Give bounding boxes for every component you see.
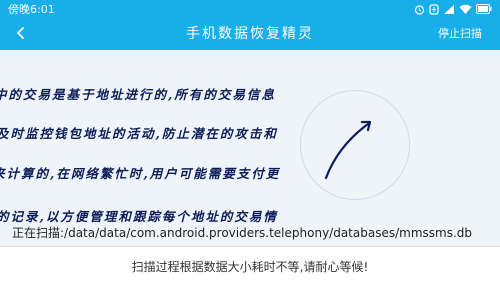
status-bar: 傍晚6:01	[0, 0, 500, 18]
signal-icon	[443, 4, 455, 15]
page-title: 手机数据恢复精灵	[186, 26, 314, 42]
battery-icon	[476, 4, 492, 14]
stop-scan-button[interactable]: 停止扫描	[428, 18, 500, 50]
status-time: 傍晚6:01	[8, 3, 55, 16]
chevron-left-icon	[15, 25, 27, 44]
info-panel: 扫描过程根据数据大小耗时不等,请耐心等候!	[0, 246, 500, 300]
alarm-icon	[414, 4, 425, 15]
scan-progress-path: 正在扫描:/data/data/com.android.providers.te…	[12, 226, 473, 240]
decorative-circle	[300, 90, 410, 200]
scan-duration-note: 扫描过程根据数据大小耗时不等,请耐心等候!	[131, 260, 369, 274]
scan-screen: 傍晚6:01 手机数据恢复精灵 停止扫描 中的交易是基于地址进行的,所有的交易信…	[0, 0, 500, 300]
battery-saver-icon	[429, 3, 439, 15]
status-icons	[414, 3, 492, 15]
background-text-line: 中的交易是基于地址进行的,所有的交易信息	[0, 87, 276, 102]
background-text-line: 来计算的,在网络繁忙时,用户可能需要支付更	[0, 166, 281, 181]
background-text-line: 及时监控钱包地址的活动,防止潜在的攻击和	[0, 126, 278, 141]
back-button[interactable]	[0, 18, 42, 50]
background-text-line: 的记录,以方便管理和跟踪每个地址的交易情	[0, 209, 278, 224]
wifi-icon	[459, 4, 472, 15]
app-bar: 手机数据恢复精灵 停止扫描	[0, 18, 500, 50]
